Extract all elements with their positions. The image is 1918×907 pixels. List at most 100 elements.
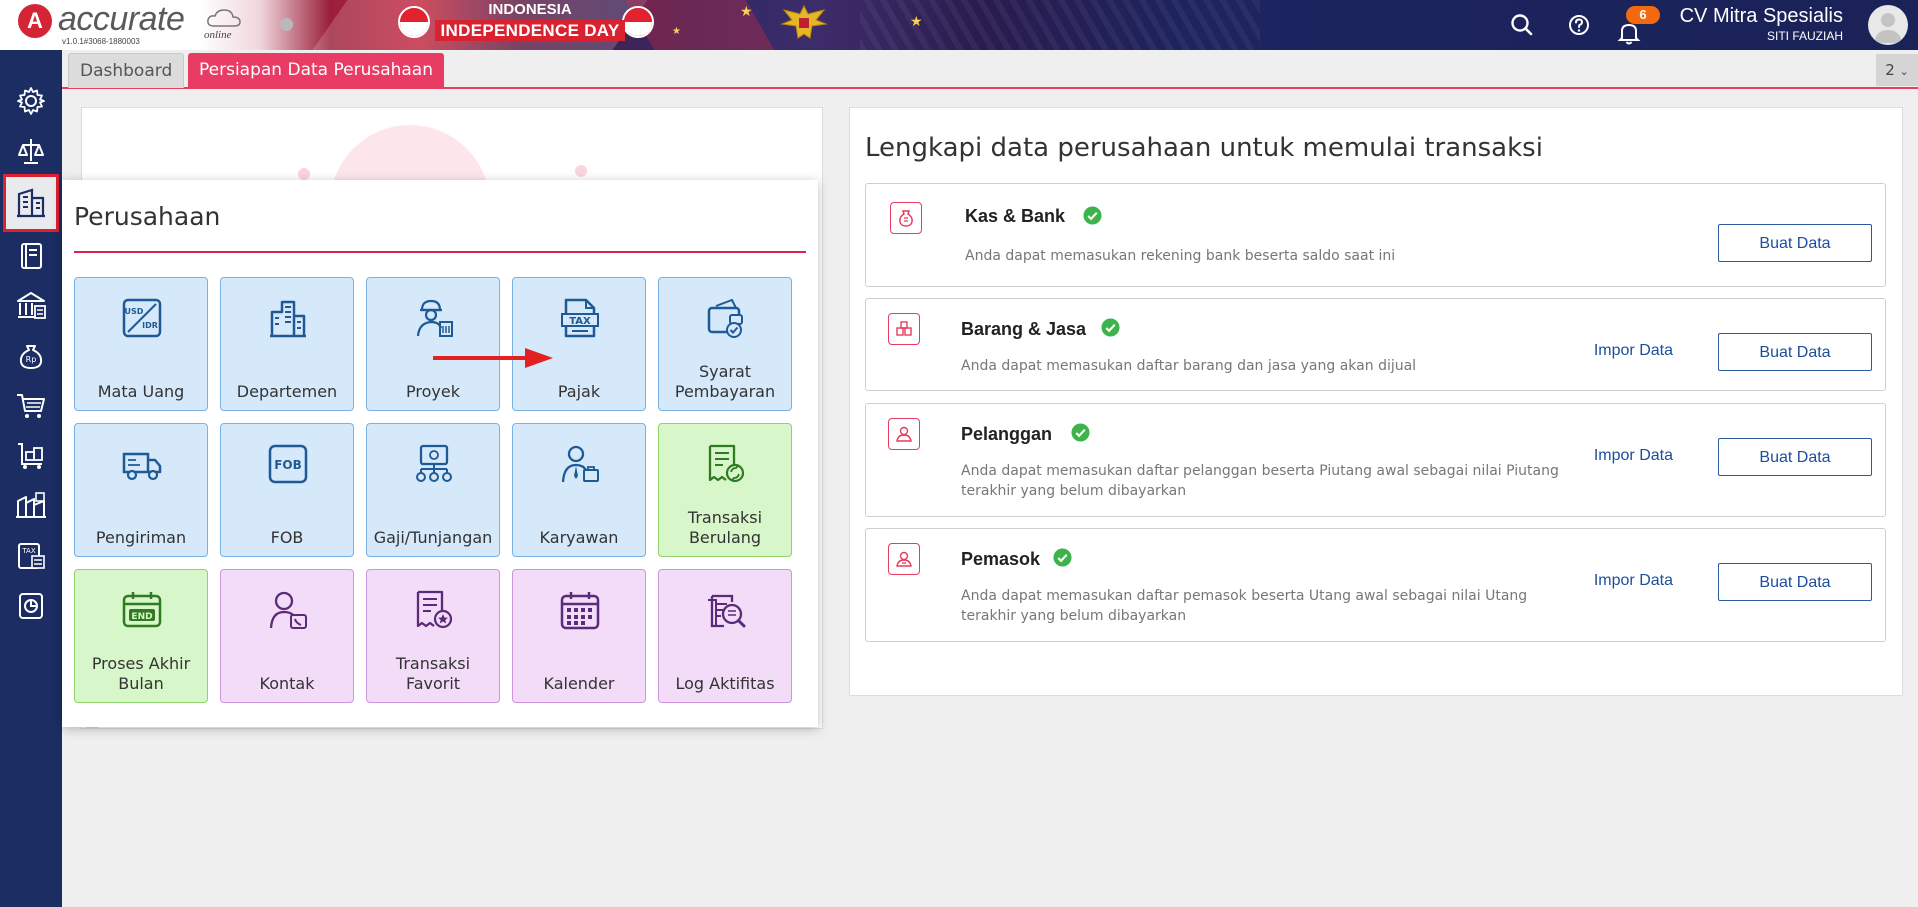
tile-kontak[interactable]: Kontak [220,569,354,703]
sidebar-item-reports[interactable] [6,582,56,630]
wallet-check-icon [707,298,743,338]
garuda-emblem-icon [780,4,828,39]
sidebar-item-company[interactable] [3,174,59,232]
tile-label: Mata Uang [97,382,185,401]
tile-label: Syarat Pembayaran [674,362,776,401]
delivery-truck-icon [122,452,162,481]
user-name: SITI FAUZIAH [1766,29,1843,43]
tile-pajak[interactable]: TAX Pajak [512,277,646,411]
svg-text:TAX: TAX [21,547,36,555]
svg-text:Rp: Rp [26,355,37,364]
tile-proyek[interactable]: Proyek [366,277,500,411]
salary-structure-icon [416,444,452,482]
tile-log-aktifitas[interactable]: Log Aktifitas [658,569,792,703]
tax-document-icon: TAX [18,543,45,569]
tile-karyawan[interactable]: Karyawan [512,423,646,557]
app-version: v1.0.1#3068-1880003 [62,37,140,46]
card-pemasok: Pemasok Anda dapat memasukan daftar pema… [865,528,1886,642]
sidebar-item-bank[interactable] [6,282,56,330]
sidebar-item-tax[interactable]: TAX [6,532,56,580]
top-bar: A accurate online v1.0.1#3068-1880003 IN… [0,0,1918,50]
logo-text: accurate [58,0,185,38]
star-icon: ★ [910,14,923,30]
accurate-logo-icon: A [18,4,52,38]
check-circle-icon [1083,206,1102,225]
tile-mata-uang[interactable]: USD IDR Mata Uang [74,277,208,411]
logo-online: online [204,29,232,41]
sidebar-item-sales[interactable]: Rp [6,332,56,380]
tab-count-dropdown[interactable]: 2 ⌄ [1876,54,1918,86]
tile-label: Proses Akhir Bulan [91,654,191,693]
setup-panel: Lengkapi data perusahaan untuk memulai t… [849,107,1903,696]
sidebar-item-warehouse[interactable] [6,482,56,530]
sidebar-item-purchase[interactable] [6,382,56,430]
cash-bag-icon [890,202,922,234]
cart-icon [17,394,45,418]
notification-badge: 6 [1626,6,1660,24]
tabs-underline [62,87,1918,89]
help-icon[interactable] [1564,10,1594,40]
check-circle-icon [1101,318,1120,337]
red-arrow-annotation-icon [433,348,553,368]
check-circle-icon [1053,548,1072,567]
impor-data-link[interactable]: Impor Data [1594,572,1673,590]
activity-log-icon [708,594,746,628]
customer-icon [888,418,920,450]
search-icon[interactable] [1507,10,1537,40]
banner-line1: INDONESIA [488,1,572,18]
background-dot [298,168,310,180]
tile-transaksi-berulang[interactable]: Transaksi Berulang [658,423,792,557]
svg-text:USD: USD [125,307,144,316]
tile-gaji-tunjangan[interactable]: Gaji/Tunjangan [366,423,500,557]
buat-data-button[interactable]: Buat Data [1718,438,1872,476]
svg-text:TAX: TAX [569,316,591,327]
tile-fob[interactable]: FOB FOB [220,423,354,557]
report-chart-icon [19,593,43,619]
buat-data-button[interactable]: Buat Data [1718,333,1872,371]
sidebar-item-inventory[interactable] [6,432,56,480]
tab-dashboard[interactable]: Dashboard [68,53,185,88]
card-description: Anda dapat memasukan daftar barang dan j… [961,358,1417,374]
calendar-icon [560,592,600,630]
svg-text:END: END [131,612,152,622]
tile-transaksi-favorit[interactable]: Transaksi Favorit [366,569,500,703]
tile-kalender[interactable]: Kalender [512,569,646,703]
card-kas-bank: Kas & Bank Anda dapat memasukan rekening… [865,183,1886,287]
tile-label: FOB [270,528,304,547]
tab-count-value: 2 [1885,61,1895,79]
goods-boxes-icon [888,313,920,345]
app-logo[interactable]: A accurate online v1.0.1#3068-1880003 [18,0,268,48]
company-name[interactable]: CV Mitra Spesialis [1680,5,1843,28]
card-description: Anda dapat memasukan daftar pelanggan be… [961,463,1559,499]
chevron-down-icon: ⌄ [1899,65,1909,78]
tile-label: Departemen [236,382,338,401]
buat-data-button[interactable]: Buat Data [1718,224,1872,262]
fob-icon: FOB [268,444,308,484]
tile-label: Kontak [259,674,315,693]
tile-syarat-pembayaran[interactable]: Syarat Pembayaran [658,277,792,411]
card-title: Pelanggan [961,424,1053,444]
scale-icon [18,139,44,164]
sidebar-item-settings[interactable] [6,77,56,125]
card-title: Kas & Bank [965,206,1066,226]
card-barang-jasa: Barang & Jasa Anda dapat memasukan dafta… [865,298,1886,391]
tile-proses-akhir-bulan[interactable]: END Proses Akhir Bulan [74,569,208,703]
user-avatar-icon [1874,13,1902,43]
impor-data-link[interactable]: Impor Data [1594,447,1673,465]
sidebar-item-ledger[interactable] [6,232,56,280]
buat-data-button[interactable]: Buat Data [1718,563,1872,601]
tile-departemen[interactable]: Departemen [220,277,354,411]
tile-pengiriman[interactable]: Pengiriman [74,423,208,557]
tile-label: Pengiriman [95,528,187,547]
card-pelanggan: Pelanggan Anda dapat memasukan daftar pe… [865,403,1886,517]
tile-label: Transaksi Favorit [395,654,471,693]
impor-data-link[interactable]: Impor Data [1594,342,1673,360]
perusahaan-menu-popup: Perusahaan USD IDR Mata Uang Departemen … [62,180,818,727]
sidebar-item-scale[interactable] [6,127,56,175]
tile-label: Gaji/Tunjangan [373,528,493,547]
tab-persiapan-data[interactable]: Persiapan Data Perusahaan [188,53,444,87]
independence-banner: INDONESIA INDEPENDENCE DAY [395,0,665,46]
left-sidebar: Rp TAX [0,50,62,907]
tax-icon: TAX [561,298,599,338]
avatar[interactable] [1868,5,1908,45]
